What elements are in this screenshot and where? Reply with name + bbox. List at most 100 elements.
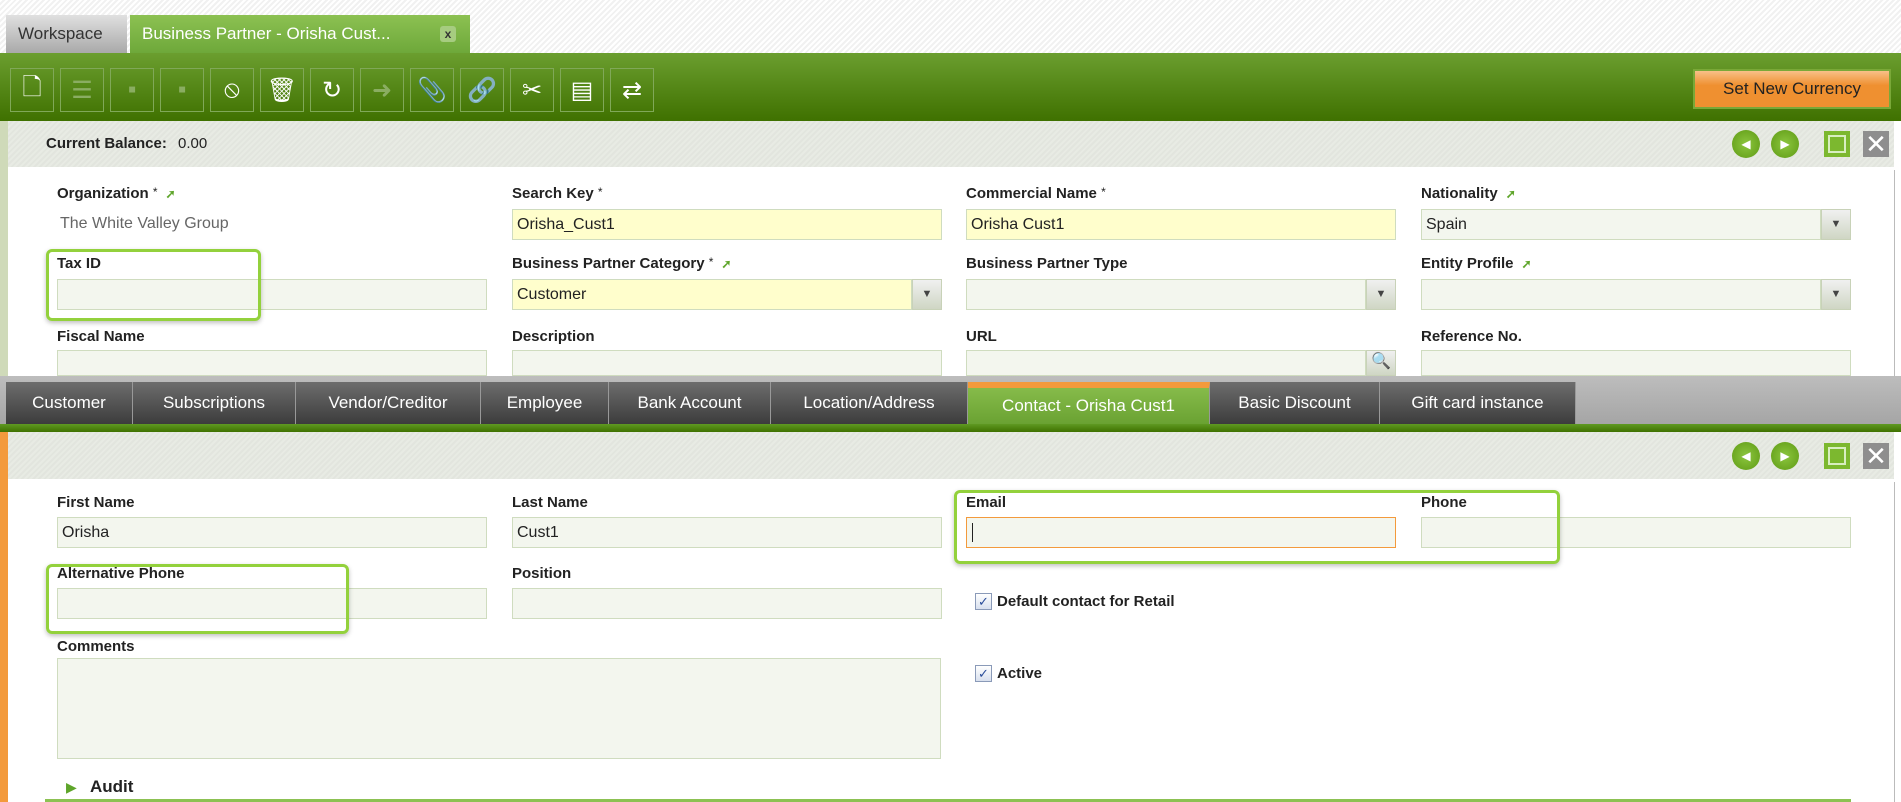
fiscal-name-label: Fiscal Name [57, 328, 145, 345]
parent-record-header: Current Balance: 0.00 ◀ ▶ ✕ [8, 121, 1894, 167]
active-checkbox[interactable]: ✓ [975, 665, 992, 682]
form-grid-toggle-button[interactable]: ▤ [560, 68, 604, 112]
reference-no-label: Reference No. [1421, 328, 1522, 345]
cancel-icon: ⦸ [224, 76, 240, 103]
url-input[interactable] [966, 350, 1366, 376]
highlight-box [46, 249, 261, 321]
comments-label: Comments [57, 638, 135, 655]
first-name-input[interactable]: Orisha [57, 517, 487, 548]
comments-textarea[interactable] [57, 658, 941, 759]
link-button[interactable]: 🔗 [460, 68, 504, 112]
bp-type-label: Business Partner Type [966, 255, 1128, 272]
organization-value: The White Valley Group [60, 215, 229, 232]
chevron-down-icon[interactable]: ▼ [1821, 209, 1851, 240]
new-document-icon: 🗋 [22, 73, 42, 101]
customize-button[interactable]: ✂ [510, 68, 554, 112]
description-label: Description [512, 328, 595, 345]
record-status-strip [0, 121, 8, 376]
close-tab-icon[interactable]: x [440, 26, 456, 42]
tab-contact[interactable]: Contact - Orisha Cust1 [968, 382, 1210, 424]
save-icon: ▪ [127, 76, 137, 103]
link-arrow-icon: ➚ [1505, 187, 1516, 201]
save-close-button[interactable]: ▪ [160, 68, 204, 112]
export-button[interactable]: ➜ [360, 68, 404, 112]
commercial-name-label: Commercial Name * [966, 185, 1106, 202]
save-close-icon: ▪ [177, 76, 187, 103]
entity-profile-label: Entity Profile ➚ [1421, 255, 1532, 272]
bp-category-select[interactable]: Customer [512, 279, 912, 310]
link-arrow-icon: ➚ [721, 257, 732, 271]
search-key-input[interactable]: Orisha_Cust1 [512, 209, 942, 240]
link-arrow-icon: ➚ [165, 187, 176, 201]
current-balance-label: Current Balance: [46, 135, 167, 152]
tab-customer[interactable]: Customer [6, 382, 133, 424]
commercial-name-input[interactable]: Orisha Cust1 [966, 209, 1396, 240]
tab-underline [0, 424, 1901, 432]
close-form-icon[interactable]: ✕ [1863, 443, 1889, 469]
workflow-icon: ⇄ [621, 76, 643, 104]
tab-gift-card-instance[interactable]: Gift card instance [1380, 382, 1576, 424]
close-form-icon[interactable]: ✕ [1863, 131, 1889, 157]
tab-workspace[interactable]: Workspace [6, 15, 127, 53]
tab-business-partner[interactable]: Business Partner - Orisha Cust... x [130, 15, 470, 53]
undo-button[interactable]: ⦸ [210, 68, 254, 112]
active-form-strip [0, 432, 8, 802]
audit-section-toggle[interactable]: Audit [90, 777, 133, 797]
entity-profile-select[interactable] [1421, 279, 1821, 310]
workflow-button[interactable]: ⇄ [610, 68, 654, 112]
url-label: URL [966, 328, 997, 345]
paperclip-icon: 📎 [417, 76, 447, 104]
window-tab-bar: Workspace Business Partner - Orisha Cust… [0, 0, 1901, 53]
maximize-icon[interactable] [1824, 443, 1850, 469]
tab-vendor-creditor[interactable]: Vendor/Creditor [296, 382, 481, 424]
chevron-down-icon[interactable]: ▼ [1366, 279, 1396, 310]
position-input[interactable] [512, 588, 942, 619]
next-record-icon[interactable]: ▶ [1771, 130, 1799, 158]
save-button[interactable]: ▪ [110, 68, 154, 112]
form-view-icon: ▤ [570, 76, 594, 104]
search-key-label: Search Key * [512, 185, 603, 202]
nationality-select[interactable]: Spain [1421, 209, 1821, 240]
chevron-down-icon[interactable]: ▼ [912, 279, 942, 310]
wrench-icon: ✂ [521, 76, 543, 104]
previous-record-icon[interactable]: ◀ [1732, 130, 1760, 158]
new-row-icon: ☰ [71, 76, 93, 104]
highlight-box [954, 490, 1560, 564]
last-name-input[interactable]: Cust1 [512, 517, 942, 548]
new-document-button[interactable]: 🗋 [10, 68, 54, 112]
tab-subscriptions[interactable]: Subscriptions [133, 382, 296, 424]
delete-button[interactable]: 🗑 [260, 68, 304, 112]
tab-business-partner-label: Business Partner - Orisha Cust... [142, 24, 391, 43]
fiscal-name-input[interactable] [57, 350, 487, 376]
tab-location-address[interactable]: Location/Address [771, 382, 968, 424]
position-label: Position [512, 565, 572, 582]
tab-bank-account[interactable]: Bank Account [609, 382, 771, 424]
search-icon[interactable]: 🔍 [1366, 350, 1396, 376]
toolbar: 🗋 ☰ ▪ ▪ ⦸ 🗑 ↻ ➜ 📎 🔗 ✂ ▤ ⇄ Set New Curren… [0, 53, 1901, 121]
tab-basic-discount[interactable]: Basic Discount [1210, 382, 1380, 424]
default-contact-checkbox[interactable]: ✓ [975, 593, 992, 610]
form-scrollbar[interactable] [1894, 482, 1901, 802]
set-new-currency-button[interactable]: Set New Currency [1693, 69, 1891, 109]
child-record-header: ◀ ▶ ✕ [8, 432, 1894, 479]
last-name-label: Last Name [512, 494, 588, 511]
previous-record-icon[interactable]: ◀ [1732, 442, 1760, 470]
expand-triangle-icon[interactable]: ▶ [66, 779, 77, 796]
description-input[interactable] [512, 350, 942, 376]
link-icon: 🔗 [467, 76, 497, 104]
maximize-icon[interactable] [1824, 131, 1850, 157]
nationality-label: Nationality ➚ [1421, 185, 1516, 202]
bp-type-select[interactable] [966, 279, 1366, 310]
highlight-box [46, 564, 349, 634]
attach-button[interactable]: 📎 [410, 68, 454, 112]
link-arrow-icon: ➚ [1521, 257, 1532, 271]
chevron-down-icon[interactable]: ▼ [1821, 279, 1851, 310]
refresh-button[interactable]: ↻ [310, 68, 354, 112]
new-row-button[interactable]: ☰ [60, 68, 104, 112]
reference-no-input[interactable] [1421, 350, 1851, 376]
next-record-icon[interactable]: ▶ [1771, 442, 1799, 470]
refresh-icon: ↻ [321, 76, 343, 104]
tab-employee[interactable]: Employee [481, 382, 609, 424]
active-label: Active [997, 665, 1043, 682]
form-scrollbar[interactable] [1894, 170, 1901, 376]
